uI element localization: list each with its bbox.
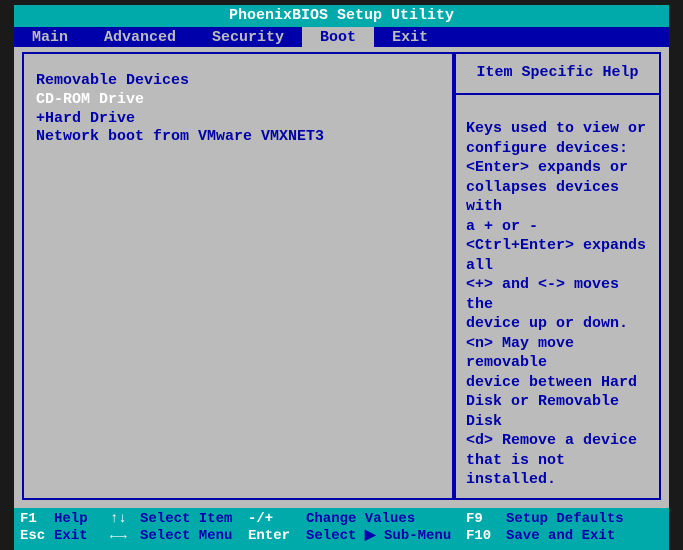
help-panel: Item Specific Help Keys used to view or … — [454, 52, 661, 500]
key-minus-plus[interactable]: -/+ — [248, 511, 306, 529]
menu-exit[interactable]: Exit — [374, 27, 446, 48]
footer-bar: F1 Help ↑↓ Select Item -/+ Change Values… — [14, 508, 669, 550]
label-select-submenu: Select ▶ Sub-Menu — [306, 528, 466, 546]
label-exit: Exit — [54, 528, 110, 546]
key-esc[interactable]: Esc — [20, 528, 54, 546]
menu-main[interactable]: Main — [14, 27, 86, 48]
boot-item-removable[interactable]: Removable Devices — [36, 72, 440, 91]
key-updown-icon[interactable]: ↑↓ — [110, 511, 140, 529]
label-select-item: Select Item — [140, 511, 248, 529]
boot-item-network[interactable]: Network boot from VMware VMXNET3 — [36, 128, 440, 147]
title-text: PhoenixBIOS Setup Utility — [229, 7, 454, 24]
menu-advanced[interactable]: Advanced — [86, 27, 194, 48]
boot-item-cdrom[interactable]: CD-ROM Drive — [36, 91, 440, 110]
help-body: Keys used to view or configure devices: … — [454, 93, 661, 500]
key-leftright-icon[interactable]: ←→ — [110, 528, 140, 546]
key-enter[interactable]: Enter — [248, 528, 306, 546]
key-f10[interactable]: F10 — [466, 528, 506, 546]
label-change-values: Change Values — [306, 511, 466, 529]
triangle-right-icon: ▶ — [365, 528, 376, 544]
label-select-menu: Select Menu — [140, 528, 248, 546]
key-f9[interactable]: F9 — [466, 511, 506, 529]
boot-order-panel: Removable Devices CD-ROM Drive +Hard Dri… — [22, 52, 454, 500]
footer-row-2: Esc Exit ←→ Select Menu Enter Select ▶ S… — [20, 528, 663, 546]
label-save-exit: Save and Exit — [506, 528, 615, 546]
bios-window: PhoenixBIOS Setup Utility Main Advanced … — [14, 5, 669, 498]
footer-row-1: F1 Help ↑↓ Select Item -/+ Change Values… — [20, 511, 663, 529]
help-title: Item Specific Help — [454, 52, 661, 93]
main-area: Removable Devices CD-ROM Drive +Hard Dri… — [14, 47, 669, 508]
title-bar: PhoenixBIOS Setup Utility — [14, 5, 669, 27]
boot-item-harddrive[interactable]: +Hard Drive — [36, 110, 440, 129]
menu-security[interactable]: Security — [194, 27, 302, 48]
menu-bar: Main Advanced Security Boot Exit — [14, 27, 669, 47]
menu-boot[interactable]: Boot — [302, 27, 374, 48]
key-f1[interactable]: F1 — [20, 511, 54, 529]
label-setup-defaults: Setup Defaults — [506, 511, 624, 529]
label-help: Help — [54, 511, 110, 529]
